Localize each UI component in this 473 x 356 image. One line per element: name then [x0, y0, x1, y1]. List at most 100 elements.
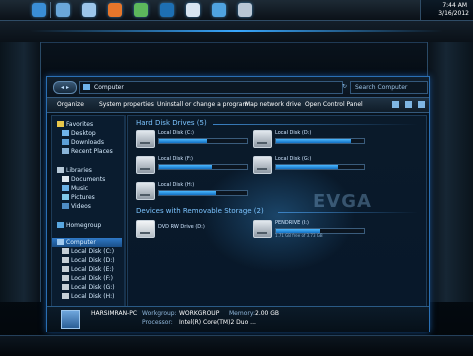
- drive-item[interactable]: Local Disk (F:): [136, 156, 256, 176]
- nav-homegroup[interactable]: Homegroup: [52, 221, 122, 230]
- pendrive-item[interactable]: PENDRIVE (I:) 1.71 GB free of 3.73 GB: [253, 220, 373, 240]
- evga-watermark: EVGA: [313, 191, 372, 212]
- person-icon[interactable]: [186, 3, 200, 17]
- address-bar[interactable]: Computer: [79, 81, 343, 94]
- memory-label: Memory:: [229, 310, 255, 317]
- hard-drive-icon: [136, 156, 155, 174]
- computer-icon: [83, 84, 90, 90]
- dvd-drive-icon: [136, 220, 155, 238]
- nav-local-disk-c[interactable]: Local Disk (C:): [52, 247, 122, 256]
- nav-local-disk-d[interactable]: Local Disk (D:): [52, 256, 122, 265]
- processor-value: Intel(R) Core(TM)2 Duo ...: [179, 319, 256, 326]
- usage-bar: [275, 164, 365, 170]
- map-network-drive-button[interactable]: Map network drive: [245, 98, 301, 112]
- nav-libraries[interactable]: Libraries: [52, 166, 122, 175]
- glow-line: [30, 30, 443, 32]
- hdd-group-header[interactable]: Hard Disk Drives (5): [136, 119, 207, 128]
- usage-fill: [159, 191, 217, 195]
- documents-icon: [62, 176, 69, 182]
- hard-drive-icon: [253, 130, 272, 148]
- homegroup-icon: [57, 222, 64, 228]
- usb-drive-icon: [253, 220, 272, 238]
- group-divider: [278, 212, 418, 213]
- refresh-icon[interactable]: ↻: [342, 81, 348, 92]
- folder-icon[interactable]: [56, 3, 70, 17]
- downloads-icon: [62, 139, 69, 145]
- photoshop-icon[interactable]: [160, 3, 174, 17]
- star-icon: [57, 121, 64, 127]
- dock-separator: [50, 2, 51, 18]
- navigation-pane: Favorites Desktop Downloads Recent Place…: [51, 115, 125, 308]
- clock-time: 7:44 AM: [442, 2, 467, 9]
- drive-item[interactable]: Local Disk (H:): [136, 182, 256, 202]
- processor-label: Processor:: [142, 319, 173, 326]
- computer-name: HARSIMRAN-PC: [91, 310, 138, 317]
- firefox-icon[interactable]: [108, 3, 122, 17]
- usage-bar: [158, 190, 248, 196]
- content-pane: EVGA Hard Disk Drives (5) Local Disk (C:…: [127, 115, 427, 308]
- drive-icon: [62, 293, 69, 299]
- nav-desktop[interactable]: Desktop: [52, 129, 122, 138]
- nav-local-disk-e[interactable]: Local Disk (E:): [52, 265, 122, 274]
- clock[interactable]: 7:44 AM 3/16/2012: [420, 0, 473, 20]
- globe-icon[interactable]: [32, 3, 46, 17]
- drive-item[interactable]: Local Disk (C:): [136, 130, 256, 150]
- swirl-icon[interactable]: [134, 3, 148, 17]
- nav-computer[interactable]: Computer: [52, 238, 122, 247]
- views-icon[interactable]: [392, 101, 400, 108]
- drive-icon: [62, 257, 69, 263]
- back-forward-button[interactable]: ◂ ▸: [53, 81, 77, 94]
- clock-date: 3/16/2012: [438, 10, 469, 17]
- removable-group-header[interactable]: Devices with Removable Storage (2): [136, 207, 264, 216]
- nav-documents[interactable]: Documents: [52, 175, 122, 184]
- computer-icon: [57, 239, 64, 245]
- hard-drive-icon: [136, 130, 155, 148]
- workgroup-label: Workgroup:: [142, 310, 177, 317]
- dvd-drive-item[interactable]: DVD RW Drive (D:): [136, 220, 256, 240]
- usage-fill: [276, 165, 338, 169]
- system-properties-button[interactable]: System properties: [99, 98, 154, 112]
- videos-icon: [62, 203, 69, 209]
- hard-drive-icon: [136, 182, 155, 200]
- nav-local-disk-g[interactable]: Local Disk (G:): [52, 283, 122, 292]
- uninstall-program-button[interactable]: Uninstall or change a program: [157, 98, 248, 112]
- usage-fill: [159, 165, 212, 169]
- right-panel-decor: [427, 42, 473, 302]
- nav-recent-places[interactable]: Recent Places: [52, 147, 122, 156]
- nav-downloads[interactable]: Downloads: [52, 138, 122, 147]
- group-divider: [213, 124, 418, 125]
- pictures-icon: [62, 194, 69, 200]
- details-pane: HARSIMRAN-PC Workgroup: WORKGROUP Memory…: [47, 306, 429, 332]
- search-placeholder: Search Computer: [355, 84, 408, 91]
- music-icon: [62, 185, 69, 191]
- nav-pictures[interactable]: Pictures: [52, 193, 122, 202]
- view-options: [388, 101, 425, 110]
- search-input[interactable]: Search Computer: [350, 81, 428, 94]
- drive-item[interactable]: Local Disk (G:): [253, 156, 373, 176]
- nav-local-disk-f[interactable]: Local Disk (F:): [52, 274, 122, 283]
- nav-favorites[interactable]: Favorites: [52, 120, 122, 129]
- drive-item[interactable]: Local Disk (D:): [253, 130, 373, 150]
- address-row: ◂ ▸ Computer ↻ Search Computer: [47, 77, 429, 97]
- drive-icon: [62, 266, 69, 272]
- drive-icon: [62, 248, 69, 254]
- organize-button[interactable]: Organize: [57, 98, 84, 112]
- nav-music[interactable]: Music: [52, 184, 122, 193]
- workgroup-value: WORKGROUP: [179, 310, 220, 317]
- cross-tools-icon[interactable]: [212, 3, 226, 17]
- nav-local-disk-h[interactable]: Local Disk (H:): [52, 292, 122, 301]
- computer-icon: [61, 310, 80, 329]
- monitor-icon[interactable]: [238, 3, 252, 17]
- pane-splitter[interactable]: [124, 115, 126, 306]
- usage-fill: [276, 139, 351, 143]
- nav-videos[interactable]: Videos: [52, 202, 122, 211]
- address-text: Computer: [94, 84, 124, 91]
- help-icon[interactable]: [418, 101, 425, 108]
- preview-pane-icon[interactable]: [405, 101, 413, 108]
- library-icon: [57, 167, 64, 173]
- bottom-frame: [0, 335, 473, 356]
- usage-fill: [159, 139, 208, 143]
- back-arrow-icon[interactable]: [82, 3, 96, 17]
- left-panel-decor: [0, 42, 41, 302]
- open-control-panel-button[interactable]: Open Control Panel: [305, 98, 363, 112]
